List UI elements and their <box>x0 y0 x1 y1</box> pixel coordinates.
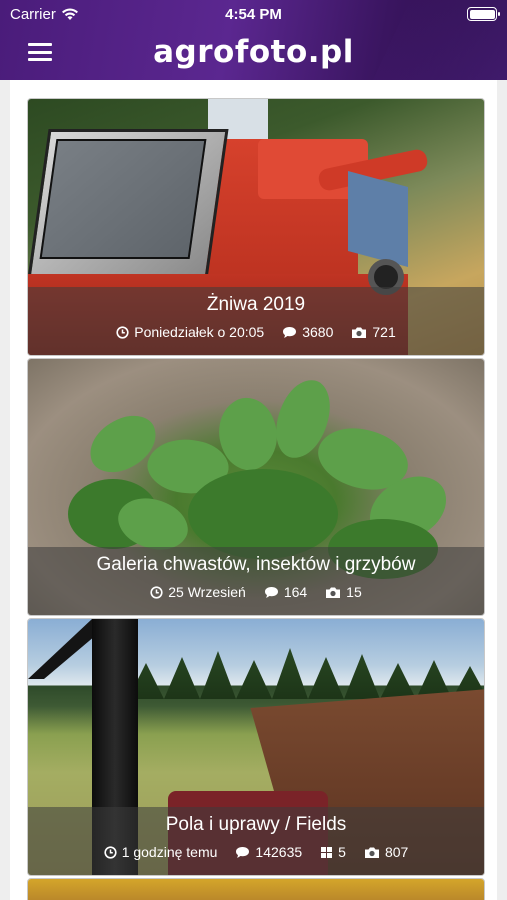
gallery-caption: Galeria chwastów, insektów i grzybów 25 … <box>28 547 484 615</box>
gallery-caption: Żniwa 2019 Poniedziałek o 20:05 3680 721 <box>28 287 484 355</box>
status-time: 4:54 PM <box>225 6 282 23</box>
gallery-date: Poniedziałek o 20:05 <box>134 324 265 340</box>
gallery-comments: 3680 <box>302 324 334 340</box>
gallery-albums: 5 <box>338 844 346 860</box>
gallery-comments: 164 <box>283 584 308 600</box>
app-logo[interactable]: agrofoto.pl <box>0 34 507 70</box>
gallery-caption: Pola i uprawy / Fields 1 godzinę temu 14… <box>28 807 484 875</box>
clock-icon <box>104 845 117 859</box>
gallery-photos: 15 <box>346 584 362 600</box>
battery-icon <box>467 7 500 21</box>
gallery-card-partial[interactable] <box>27 878 485 900</box>
gallery-photos: 807 <box>384 844 409 860</box>
camera-icon <box>364 847 379 858</box>
gallery-meta: 1 godzinę temu 142635 5 807 <box>28 844 484 860</box>
gallery-list[interactable]: Żniwa 2019 Poniedziałek o 20:05 3680 721 <box>10 80 497 900</box>
gallery-card-chwasty[interactable]: Galeria chwastów, insektów i grzybów 25 … <box>27 358 485 616</box>
app-header: Carrier 4:54 PM agrofoto.pl <box>0 0 507 80</box>
status-bar: Carrier 4:54 PM <box>0 0 507 28</box>
gallery-title: Galeria chwastów, insektów i grzybów <box>96 554 416 575</box>
camera-icon <box>326 587 341 598</box>
gallery-meta: Poniedziałek o 20:05 3680 721 <box>28 324 484 340</box>
gallery-title: Żniwa 2019 <box>206 294 306 315</box>
comment-icon <box>264 586 278 598</box>
albums-icon <box>321 846 333 858</box>
camera-icon <box>352 327 367 338</box>
comment-icon <box>236 846 250 858</box>
gallery-card-zniwa[interactable]: Żniwa 2019 Poniedziałek o 20:05 3680 721 <box>27 98 485 356</box>
comment-icon <box>283 326 297 338</box>
gallery-meta: 25 Wrzesień 164 15 <box>28 584 484 600</box>
gallery-card-pola[interactable]: Pola i uprawy / Fields 1 godzinę temu 14… <box>27 618 485 876</box>
gallery-photo-partial <box>28 879 484 900</box>
gallery-date: 1 godzinę temu <box>121 844 218 860</box>
gallery-comments: 142635 <box>255 844 303 860</box>
gallery-date: 25 Wrzesień <box>168 584 246 600</box>
gallery-photos: 721 <box>372 324 396 340</box>
clock-icon <box>116 325 129 339</box>
gallery-title: Pola i uprawy / Fields <box>165 814 347 835</box>
clock-icon <box>150 585 163 599</box>
